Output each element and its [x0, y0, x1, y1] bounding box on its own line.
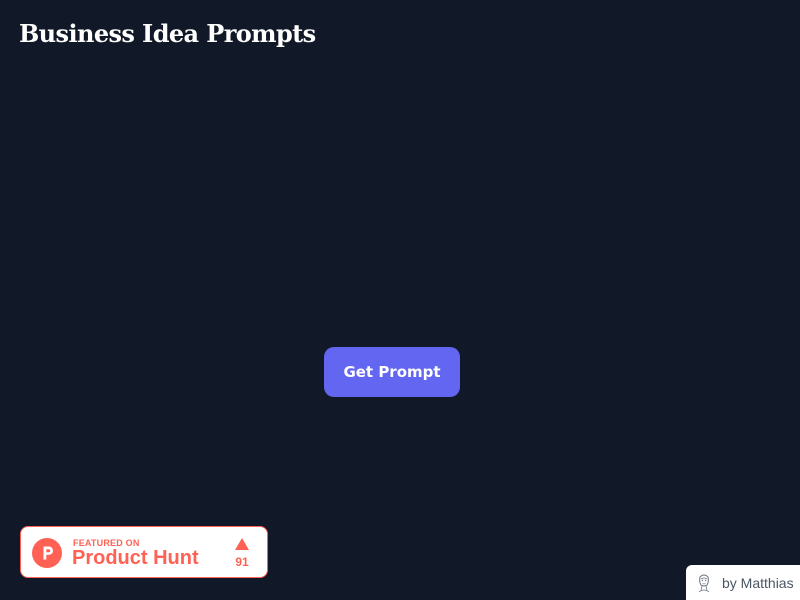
upvote-count: 91	[235, 555, 249, 569]
product-hunt-logo-icon	[32, 538, 62, 568]
page-title: Business Idea Prompts	[19, 19, 316, 48]
product-hunt-name: Product Hunt	[72, 547, 199, 569]
author-credit-badge[interactable]: by Matthias	[686, 565, 800, 600]
product-hunt-badge[interactable]: FEATURED ON Product Hunt 91	[20, 526, 268, 578]
get-prompt-button[interactable]: Get Prompt	[324, 347, 460, 397]
author-credit-text: by Matthias	[722, 574, 794, 591]
upvote-arrow-icon	[235, 538, 249, 550]
sketch-portrait-icon	[698, 574, 710, 592]
